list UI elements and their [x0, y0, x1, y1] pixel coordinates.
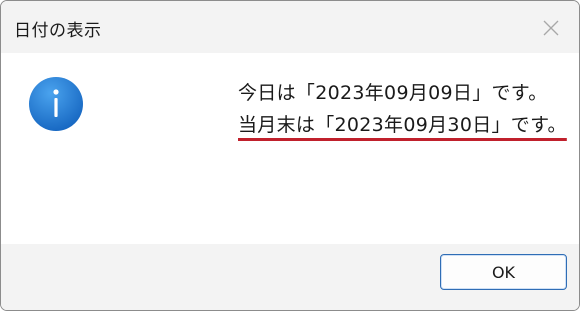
close-button[interactable]	[523, 1, 579, 53]
close-icon	[543, 20, 559, 36]
title-bar: 日付の表示	[1, 1, 579, 53]
message-dialog: 日付の表示 今日は「2023年09月09日」です。 当月末は「2023年09月3…	[0, 0, 580, 311]
button-bar: OK	[1, 244, 579, 310]
message-line-month-end: 当月末は「2023年09月30日」です。	[238, 114, 567, 136]
info-icon	[29, 77, 83, 131]
ok-button[interactable]: OK	[440, 254, 567, 290]
dialog-message: 今日は「2023年09月09日」です。 当月末は「2023年09月30日」です。	[238, 77, 568, 141]
dialog-title: 日付の表示	[14, 21, 102, 41]
message-line-today: 今日は「2023年09月09日」です。	[238, 82, 548, 104]
dialog-content: 今日は「2023年09月09日」です。 当月末は「2023年09月30日」です。	[1, 53, 579, 244]
